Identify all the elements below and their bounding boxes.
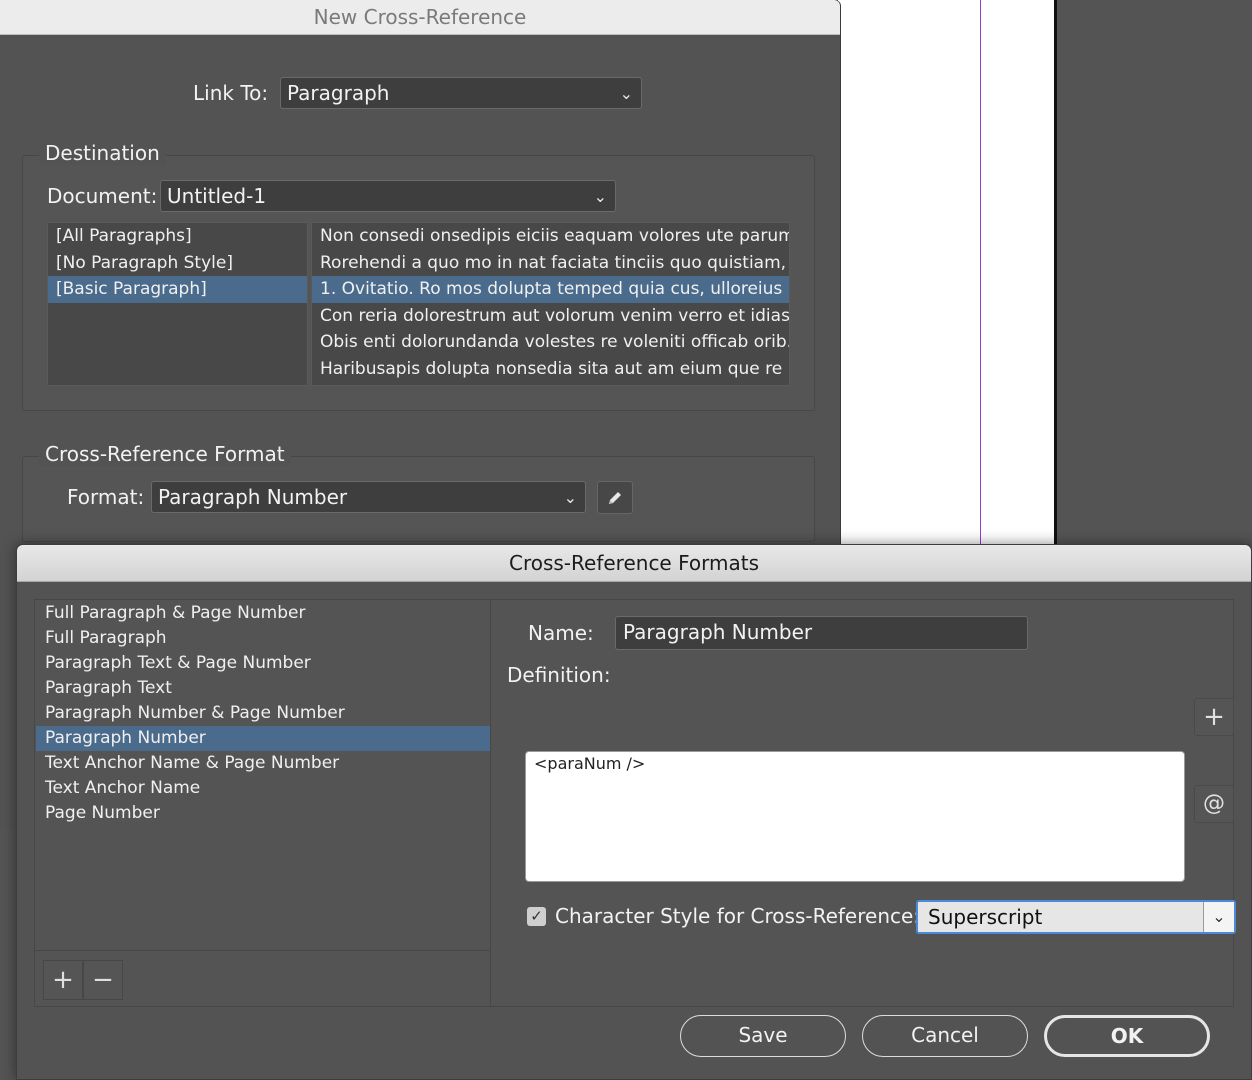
list-item[interactable]: Text Anchor Name — [36, 776, 490, 801]
save-button[interactable]: Save — [680, 1015, 846, 1057]
list-item[interactable]: [No Paragraph Style] — [48, 250, 307, 277]
character-style-label: Character Style for Cross-Reference: — [555, 904, 921, 928]
remove-format-button[interactable]: − — [83, 960, 123, 1000]
formats-panel: Full Paragraph & Page Number Full Paragr… — [34, 599, 1236, 1007]
list-item[interactable]: Text Anchor Name & Page Number — [36, 751, 490, 776]
chevron-down-icon: ⌄ — [563, 488, 577, 507]
list-item[interactable]: Page Number — [36, 801, 490, 826]
character-style-checkbox[interactable]: ✓ — [527, 907, 546, 926]
link-to-select[interactable]: Paragraph ⌄ — [280, 77, 642, 109]
chevron-down-icon: ⌄ — [1203, 902, 1234, 932]
character-style-value: Superscript — [928, 905, 1043, 929]
name-field[interactable]: Paragraph Number — [615, 616, 1028, 650]
list-item[interactable]: Haribusapis dolupta nonsedia sita aut am… — [312, 356, 789, 383]
document-value: Untitled-1 — [167, 184, 267, 208]
page-edge — [1054, 0, 1057, 548]
list-item-selected[interactable]: 1. Ovitatio. Ro mos dolupta temped quia … — [312, 276, 789, 303]
character-style-select[interactable]: Superscript ⌄ — [916, 900, 1236, 934]
format-select[interactable]: Paragraph Number ⌄ — [151, 481, 586, 513]
format-list[interactable]: Full Paragraph & Page Number Full Paragr… — [36, 601, 490, 949]
list-footer-divider — [35, 950, 490, 951]
format-label: Format: — [67, 485, 145, 509]
chevron-down-icon: ⌄ — [619, 84, 633, 103]
name-label: Name: — [528, 621, 594, 645]
pencil-icon — [609, 492, 621, 504]
minus-icon: − — [92, 965, 114, 995]
definition-textarea[interactable]: <paraNum /> — [525, 751, 1185, 882]
list-item-selected[interactable]: Paragraph Number — [36, 726, 490, 751]
list-item[interactable]: Con reria dolorestrum aut volorum venim … — [312, 303, 789, 330]
list-item[interactable]: Paragraph Text — [36, 676, 490, 701]
checkmark-icon: ✓ — [530, 907, 543, 925]
list-item[interactable]: Full Paragraph & Page Number — [36, 601, 490, 626]
panel-divider — [490, 600, 491, 1006]
list-item[interactable]: Full Paragraph — [36, 626, 490, 651]
document-label: Document: — [47, 184, 158, 208]
list-item[interactable]: Paragraph Number & Page Number — [36, 701, 490, 726]
insert-special-character-button[interactable]: @ — [1194, 785, 1234, 823]
link-to-value: Paragraph — [287, 81, 390, 105]
list-item[interactable]: Non consedi onsedipis eiciis eaquam volo… — [312, 223, 789, 250]
plus-menu-icon: + — [1203, 702, 1225, 732]
margin-guide — [980, 0, 981, 548]
list-item[interactable]: [All Paragraphs] — [48, 223, 307, 250]
paragraph-list[interactable]: Non consedi onsedipis eiciis eaquam volo… — [311, 222, 790, 386]
format-group-title: Cross-Reference Format — [39, 442, 291, 466]
list-item-selected[interactable]: [Basic Paragraph] — [48, 276, 307, 303]
document-select[interactable]: Untitled-1 ⌄ — [160, 180, 616, 212]
dialog-title: New Cross-Reference — [0, 0, 840, 35]
cancel-button[interactable]: Cancel — [862, 1015, 1028, 1057]
cross-reference-formats-dialog: Cross-Reference Formats Full Paragraph &… — [16, 544, 1252, 1080]
list-item[interactable]: Paragraph Text & Page Number — [36, 651, 490, 676]
destination-group-title: Destination — [39, 141, 166, 165]
plus-icon: + — [52, 965, 74, 995]
list-item[interactable]: Obis enti dolorundanda volestes re volen… — [312, 329, 789, 356]
list-item[interactable]: Rorehendi a quo mo in nat faciata tincii… — [312, 250, 789, 277]
add-format-button[interactable]: + — [43, 960, 83, 1000]
document-page — [838, 0, 1056, 548]
at-sign-icon: @ — [1203, 791, 1225, 816]
dialog-title: Cross-Reference Formats — [17, 545, 1251, 582]
format-value: Paragraph Number — [158, 485, 348, 509]
link-to-label: Link To: — [193, 81, 269, 105]
chevron-down-icon: ⌄ — [593, 187, 607, 206]
ok-button[interactable]: OK — [1044, 1015, 1210, 1057]
paragraph-style-list[interactable]: [All Paragraphs] [No Paragraph Style] [B… — [47, 222, 308, 386]
edit-format-button[interactable] — [597, 481, 633, 514]
definition-label: Definition: — [507, 663, 611, 687]
insert-building-block-button[interactable]: + — [1194, 698, 1234, 736]
